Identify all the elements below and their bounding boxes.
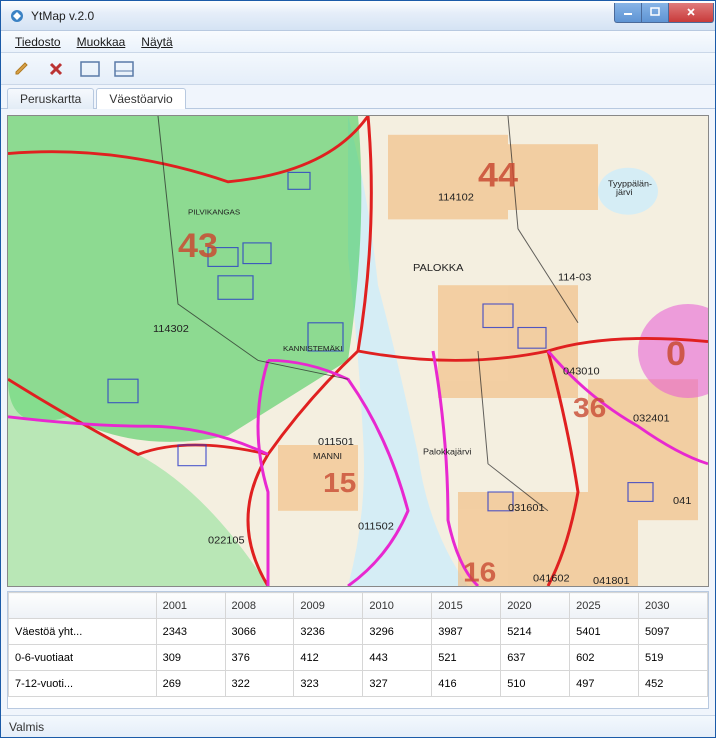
svg-text:041: 041: [673, 496, 691, 508]
svg-text:041801: 041801: [593, 575, 630, 586]
svg-text:KANNISTEMÄKI: KANNISTEMÄKI: [283, 344, 342, 353]
svg-text:011501: 011501: [318, 436, 354, 448]
col-2020[interactable]: 2020: [501, 593, 570, 619]
window-controls: [615, 3, 715, 23]
toolbar: [1, 53, 715, 85]
panel-icon[interactable]: [113, 58, 135, 80]
table-header-row: 2001 2008 2009 2010 2015 2020 2025 2030: [9, 593, 708, 619]
tab-vaestoarvio[interactable]: Väestöarvio: [96, 88, 185, 109]
tab-peruskartta[interactable]: Peruskartta: [7, 88, 94, 109]
svg-text:114-03: 114-03: [558, 272, 591, 284]
map-viewport[interactable]: 43 44 15 36 16 0 114302 114102 114-03 PA…: [7, 115, 709, 587]
col-2030[interactable]: 2030: [639, 593, 708, 619]
delete-icon[interactable]: [45, 58, 67, 80]
svg-text:011502: 011502: [358, 521, 394, 533]
col-2008[interactable]: 2008: [225, 593, 294, 619]
table-row[interactable]: 7-12-vuoti... 269 322 323 327 416 510 49…: [9, 671, 708, 697]
svg-text:PILVIKANGAS: PILVIKANGAS: [188, 208, 240, 217]
status-text: Valmis: [9, 720, 44, 734]
close-button[interactable]: [668, 3, 714, 23]
app-window: YtMap v.2.0 Tiedosto Muokkaa Näytä Perus…: [0, 0, 716, 738]
table-row[interactable]: Väestöä yht... 2343 3066 3236 3296 3987 …: [9, 619, 708, 645]
svg-text:022105: 022105: [208, 535, 245, 547]
minimize-button[interactable]: [614, 3, 642, 23]
svg-text:Palokkajärvi: Palokkajärvi: [423, 447, 471, 457]
data-table[interactable]: 2001 2008 2009 2010 2015 2020 2025 2030 …: [7, 591, 709, 709]
svg-text:PALOKKA: PALOKKA: [413, 262, 464, 274]
svg-text:032401: 032401: [633, 413, 670, 425]
region-label-44: 44: [478, 156, 519, 194]
region-label-15: 15: [323, 468, 356, 499]
table-row[interactable]: 0-6-vuotiaat 309 376 412 443 521 637 602…: [9, 645, 708, 671]
pencil-icon[interactable]: [11, 58, 33, 80]
content-area: 43 44 15 36 16 0 114302 114102 114-03 PA…: [1, 109, 715, 715]
col-blank[interactable]: [9, 593, 157, 619]
map-canvas[interactable]: 43 44 15 36 16 0 114302 114102 114-03 PA…: [8, 116, 708, 586]
row-label: 0-6-vuotiaat: [9, 645, 157, 671]
region-label-36: 36: [573, 393, 606, 424]
col-2009[interactable]: 2009: [294, 593, 363, 619]
col-2010[interactable]: 2010: [363, 593, 432, 619]
svg-text:043010: 043010: [563, 366, 600, 378]
statusbar: Valmis: [1, 715, 715, 737]
col-2001[interactable]: 2001: [156, 593, 225, 619]
maximize-button[interactable]: [641, 3, 669, 23]
svg-text:114102: 114102: [438, 192, 474, 204]
titlebar[interactable]: YtMap v.2.0: [1, 1, 715, 31]
region-label-16: 16: [463, 557, 496, 586]
row-label: Väestöä yht...: [9, 619, 157, 645]
region-label-0: 0: [666, 335, 686, 373]
svg-text:031601: 031601: [508, 502, 545, 514]
svg-text:järvi: järvi: [615, 187, 633, 197]
menu-view[interactable]: Näytä: [133, 33, 180, 51]
menu-edit[interactable]: Muokkaa: [69, 33, 134, 51]
col-2015[interactable]: 2015: [432, 593, 501, 619]
svg-text:MANNI: MANNI: [313, 451, 342, 461]
menu-file[interactable]: Tiedosto: [7, 33, 69, 51]
tabs: Peruskartta Väestöarvio: [1, 85, 715, 109]
row-label: 7-12-vuoti...: [9, 671, 157, 697]
fullscreen-icon[interactable]: [79, 58, 101, 80]
region-label-43: 43: [178, 227, 218, 265]
col-2025[interactable]: 2025: [570, 593, 639, 619]
window-title: YtMap v.2.0: [31, 9, 615, 23]
menubar: Tiedosto Muokkaa Näytä: [1, 31, 715, 53]
svg-text:041602: 041602: [533, 573, 570, 585]
app-icon: [9, 8, 25, 24]
svg-text:114302: 114302: [153, 323, 189, 335]
